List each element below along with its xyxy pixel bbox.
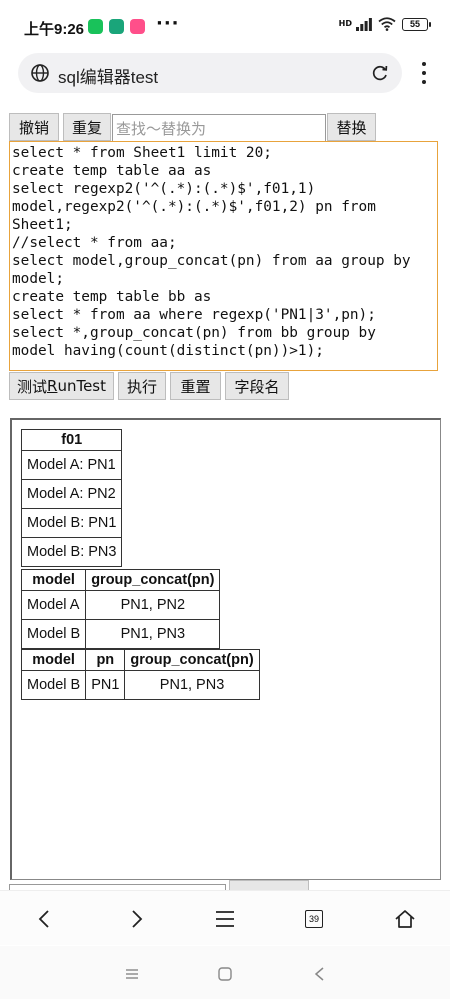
editor-line: model; [12, 271, 64, 287]
system-back-button[interactable] [309, 964, 329, 984]
table-cell: PN1 [85, 670, 126, 700]
table-cell: Model B [20, 619, 87, 649]
status-bar: 上午9:26 ··· HD 55 [0, 0, 450, 50]
hd-indicator: HD [338, 19, 352, 28]
table-row: Model A: PN2 [20, 479, 123, 509]
table-row: Model B: PN1 [20, 508, 123, 538]
redo-button[interactable]: 重复 [63, 113, 111, 141]
system-home-button[interactable] [215, 964, 235, 984]
signal-icon [356, 17, 372, 31]
table-cell: PN1, PN2 [85, 590, 221, 620]
editor-line: model having(count(distinct(pn))>1); [12, 343, 324, 359]
editor-line: select *,group_concat(pn) from bb group … [12, 325, 376, 341]
tab-count: 39 [305, 910, 323, 928]
run-test-button[interactable]: 测试 RunTest [9, 372, 114, 400]
column-header: f01 [20, 429, 123, 451]
table-cell: PN1, PN3 [124, 670, 260, 700]
table-cell: Model A: PN2 [20, 479, 123, 509]
column-header: group_concat(pn) [124, 649, 260, 671]
fields-button[interactable]: 字段名 [225, 372, 289, 400]
table-cell: Model A: PN1 [20, 450, 123, 480]
editor-line: //select * from aa; [12, 235, 177, 251]
table-row: Model B PN1, PN3 [20, 619, 221, 649]
table-header-row: model pn group_concat(pn) [20, 649, 260, 671]
column-header: group_concat(pn) [85, 569, 221, 591]
undo-button[interactable]: 撤销 [9, 113, 59, 141]
editor-line: create temp table bb as [12, 289, 212, 305]
back-button[interactable] [30, 905, 58, 933]
system-nav-bar [0, 946, 450, 999]
editor-line: select * from Sheet1 limit 20; [12, 145, 272, 161]
editor-line: model,regexp2('^(.*):(.*)$',f01,2) pn fr… [12, 199, 376, 215]
column-header: model [20, 649, 87, 671]
forward-button[interactable] [123, 905, 151, 933]
table-cell: Model B [20, 670, 87, 700]
page-title: sql编辑器test [58, 68, 159, 87]
more-notifications-icon: ··· [156, 13, 180, 34]
battery-level: 55 [409, 19, 420, 29]
status-time: 上午9:26 [24, 21, 85, 38]
home-icon [395, 910, 415, 928]
recent-apps-button[interactable] [122, 964, 142, 984]
result-table-f01: f01 Model A: PN1 Model A: PN2 Model B: PN1 M… [20, 429, 123, 567]
table-cell: Model B: PN1 [20, 508, 123, 538]
shield-app-icon [109, 19, 124, 34]
table-row: Model B: PN3 [20, 537, 123, 567]
table-header-row: f01 [20, 429, 123, 451]
table-row: Model A PN1, PN2 [20, 590, 221, 620]
column-header: pn [85, 649, 126, 671]
square-icon [218, 967, 232, 981]
run-test-label-pre: 测试 [16, 377, 47, 396]
browser-nav-bar: 39 [0, 890, 450, 945]
triangle-back-icon [314, 967, 324, 981]
find-replace-input[interactable]: 查找～替换为 [112, 114, 326, 142]
replace-button[interactable]: 替换 [327, 113, 376, 141]
wifi-icon [378, 17, 396, 31]
table-cell: Model A [20, 590, 87, 620]
recent-apps-icon [126, 969, 138, 979]
editor-line: create temp table aa as [12, 163, 212, 179]
globe-icon [31, 64, 49, 82]
reload-icon[interactable] [370, 63, 390, 83]
column-header: model [20, 569, 87, 591]
tmall-icon [130, 19, 145, 34]
editor-line: select model,group_concat(pn) from aa gr… [12, 253, 411, 269]
table-cell: PN1, PN3 [85, 619, 221, 649]
home-button[interactable] [391, 905, 419, 933]
result-table-group-concat: model group_concat(pn) Model A PN1, PN2 Mode… [20, 569, 221, 649]
table-row: Model A: PN1 [20, 450, 123, 480]
reset-button[interactable]: 重置 [170, 372, 221, 400]
execute-button[interactable]: 执行 [118, 372, 166, 400]
editor-line: Sheet1; [12, 217, 73, 233]
table-header-row: model group_concat(pn) [20, 569, 221, 591]
more-menu-icon[interactable] [418, 60, 430, 86]
results-panel: f01 Model A: PN1 Model A: PN2 Model B: PN1 M… [10, 418, 441, 880]
table-row: Model B PN1 PN1, PN3 [20, 670, 260, 700]
tabs-button[interactable]: 39 [300, 905, 328, 933]
run-test-label-access-key: R [47, 377, 58, 395]
sql-editor[interactable]: select * from Sheet1 limit 20; create tem… [9, 141, 438, 371]
table-cell: Model B: PN3 [20, 537, 123, 567]
battery-icon: 55 [402, 17, 431, 31]
editor-line: select regexp2('^(.*):(.*)$',f01,1) [12, 181, 316, 197]
run-test-label-post: unTest [57, 377, 106, 395]
editor-line: select * from aa where regexp('PN1|3',pn… [12, 307, 376, 323]
chevron-left-icon [38, 910, 49, 928]
wechat-icon [88, 19, 103, 34]
chevron-right-icon [132, 910, 143, 928]
hamburger-icon [216, 911, 234, 927]
address-bar[interactable]: sql编辑器test [18, 53, 402, 93]
menu-button[interactable] [211, 905, 239, 933]
result-table-model-pn: model pn group_concat(pn) Model B PN1 PN1, PN… [20, 649, 260, 700]
